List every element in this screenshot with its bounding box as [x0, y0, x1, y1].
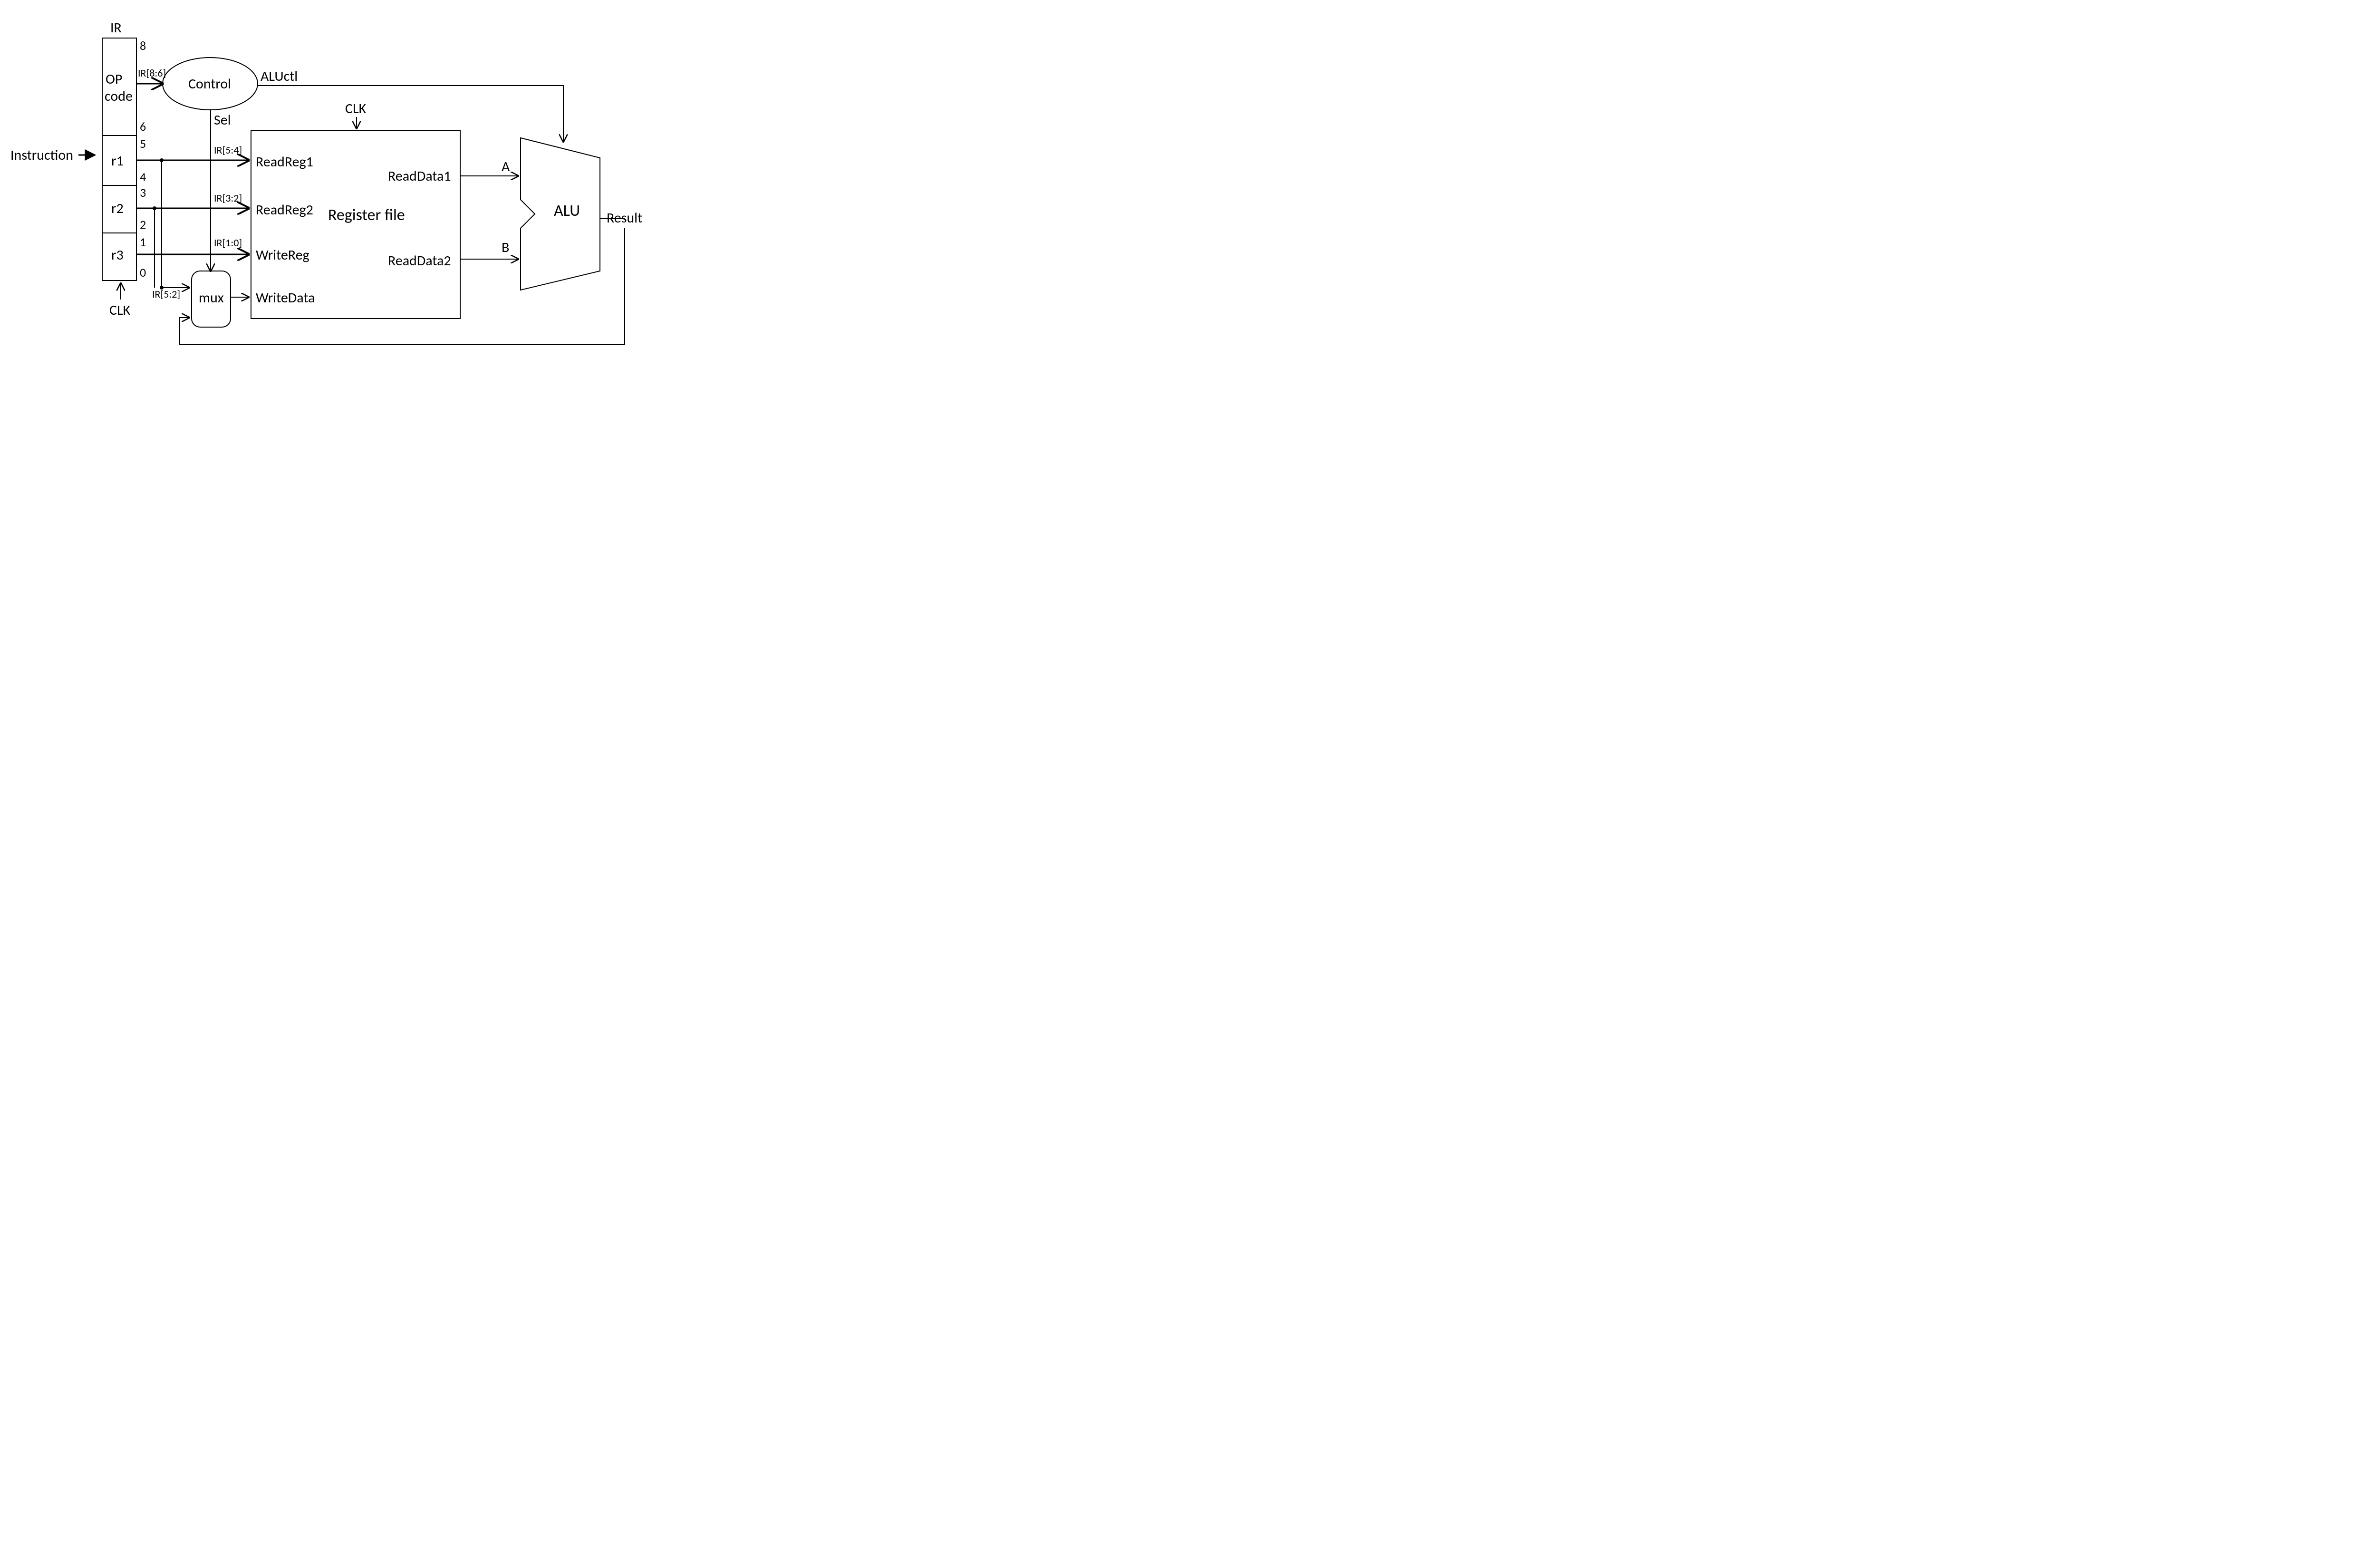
readreg2-label: ReadReg2 [256, 201, 313, 219]
r2-label: r2 [111, 200, 124, 217]
bit-4: 4 [140, 169, 146, 184]
instruction-label: Instruction [10, 146, 73, 164]
writereg-label: WriteReg [256, 246, 309, 264]
bit-0: 0 [140, 265, 146, 280]
mux-label: mux [199, 289, 224, 307]
wire-aluctl [258, 86, 563, 142]
bit-3: 3 [140, 185, 146, 200]
bit-6: 6 [140, 119, 146, 134]
aluctl-label: ALUctl [261, 68, 298, 85]
bit-8: 8 [140, 38, 146, 53]
readdata2-label: ReadData2 [388, 252, 451, 270]
readdata1-label: ReadData1 [388, 167, 451, 185]
bus-ir54: IR[5:4] [214, 144, 242, 156]
readreg1-label: ReadReg1 [256, 153, 313, 171]
ir-clk-label: CLK [109, 301, 130, 319]
datapath-diagram: IR OP code r1 r2 r3 8 6 5 4 3 2 1 0 Inst… [0, 0, 692, 388]
bit-2: 2 [140, 217, 146, 232]
writedata-label: WriteData [256, 289, 315, 307]
opcode-label-1: OP [106, 70, 122, 88]
bus-ir32: IR[3:2] [214, 192, 242, 204]
result-label: Result [607, 209, 642, 227]
control-label: Control [188, 75, 231, 93]
bus-ir86: IR[8:6] [138, 67, 166, 79]
bit-5: 5 [140, 136, 146, 151]
opcode-label-2: code [105, 87, 133, 105]
r3-label: r3 [111, 246, 124, 264]
sel-label: Sel [214, 111, 231, 129]
bus-ir52: IR[5:2] [152, 288, 180, 300]
regfile-clk: CLK [345, 100, 366, 117]
r1-label: r1 [111, 152, 124, 170]
alu-a-label: A [502, 158, 510, 175]
alu-b-label: B [502, 239, 509, 256]
regfile-title: Register file [328, 205, 405, 225]
alu-label: ALU [554, 201, 580, 221]
wire-ir52-a [162, 160, 189, 288]
diagram-svg [0, 0, 692, 388]
bit-1: 1 [140, 234, 146, 250]
bus-ir10: IR[1:0] [214, 236, 242, 249]
wire-result-feedback [180, 228, 625, 345]
ir-title: IR [110, 19, 122, 37]
